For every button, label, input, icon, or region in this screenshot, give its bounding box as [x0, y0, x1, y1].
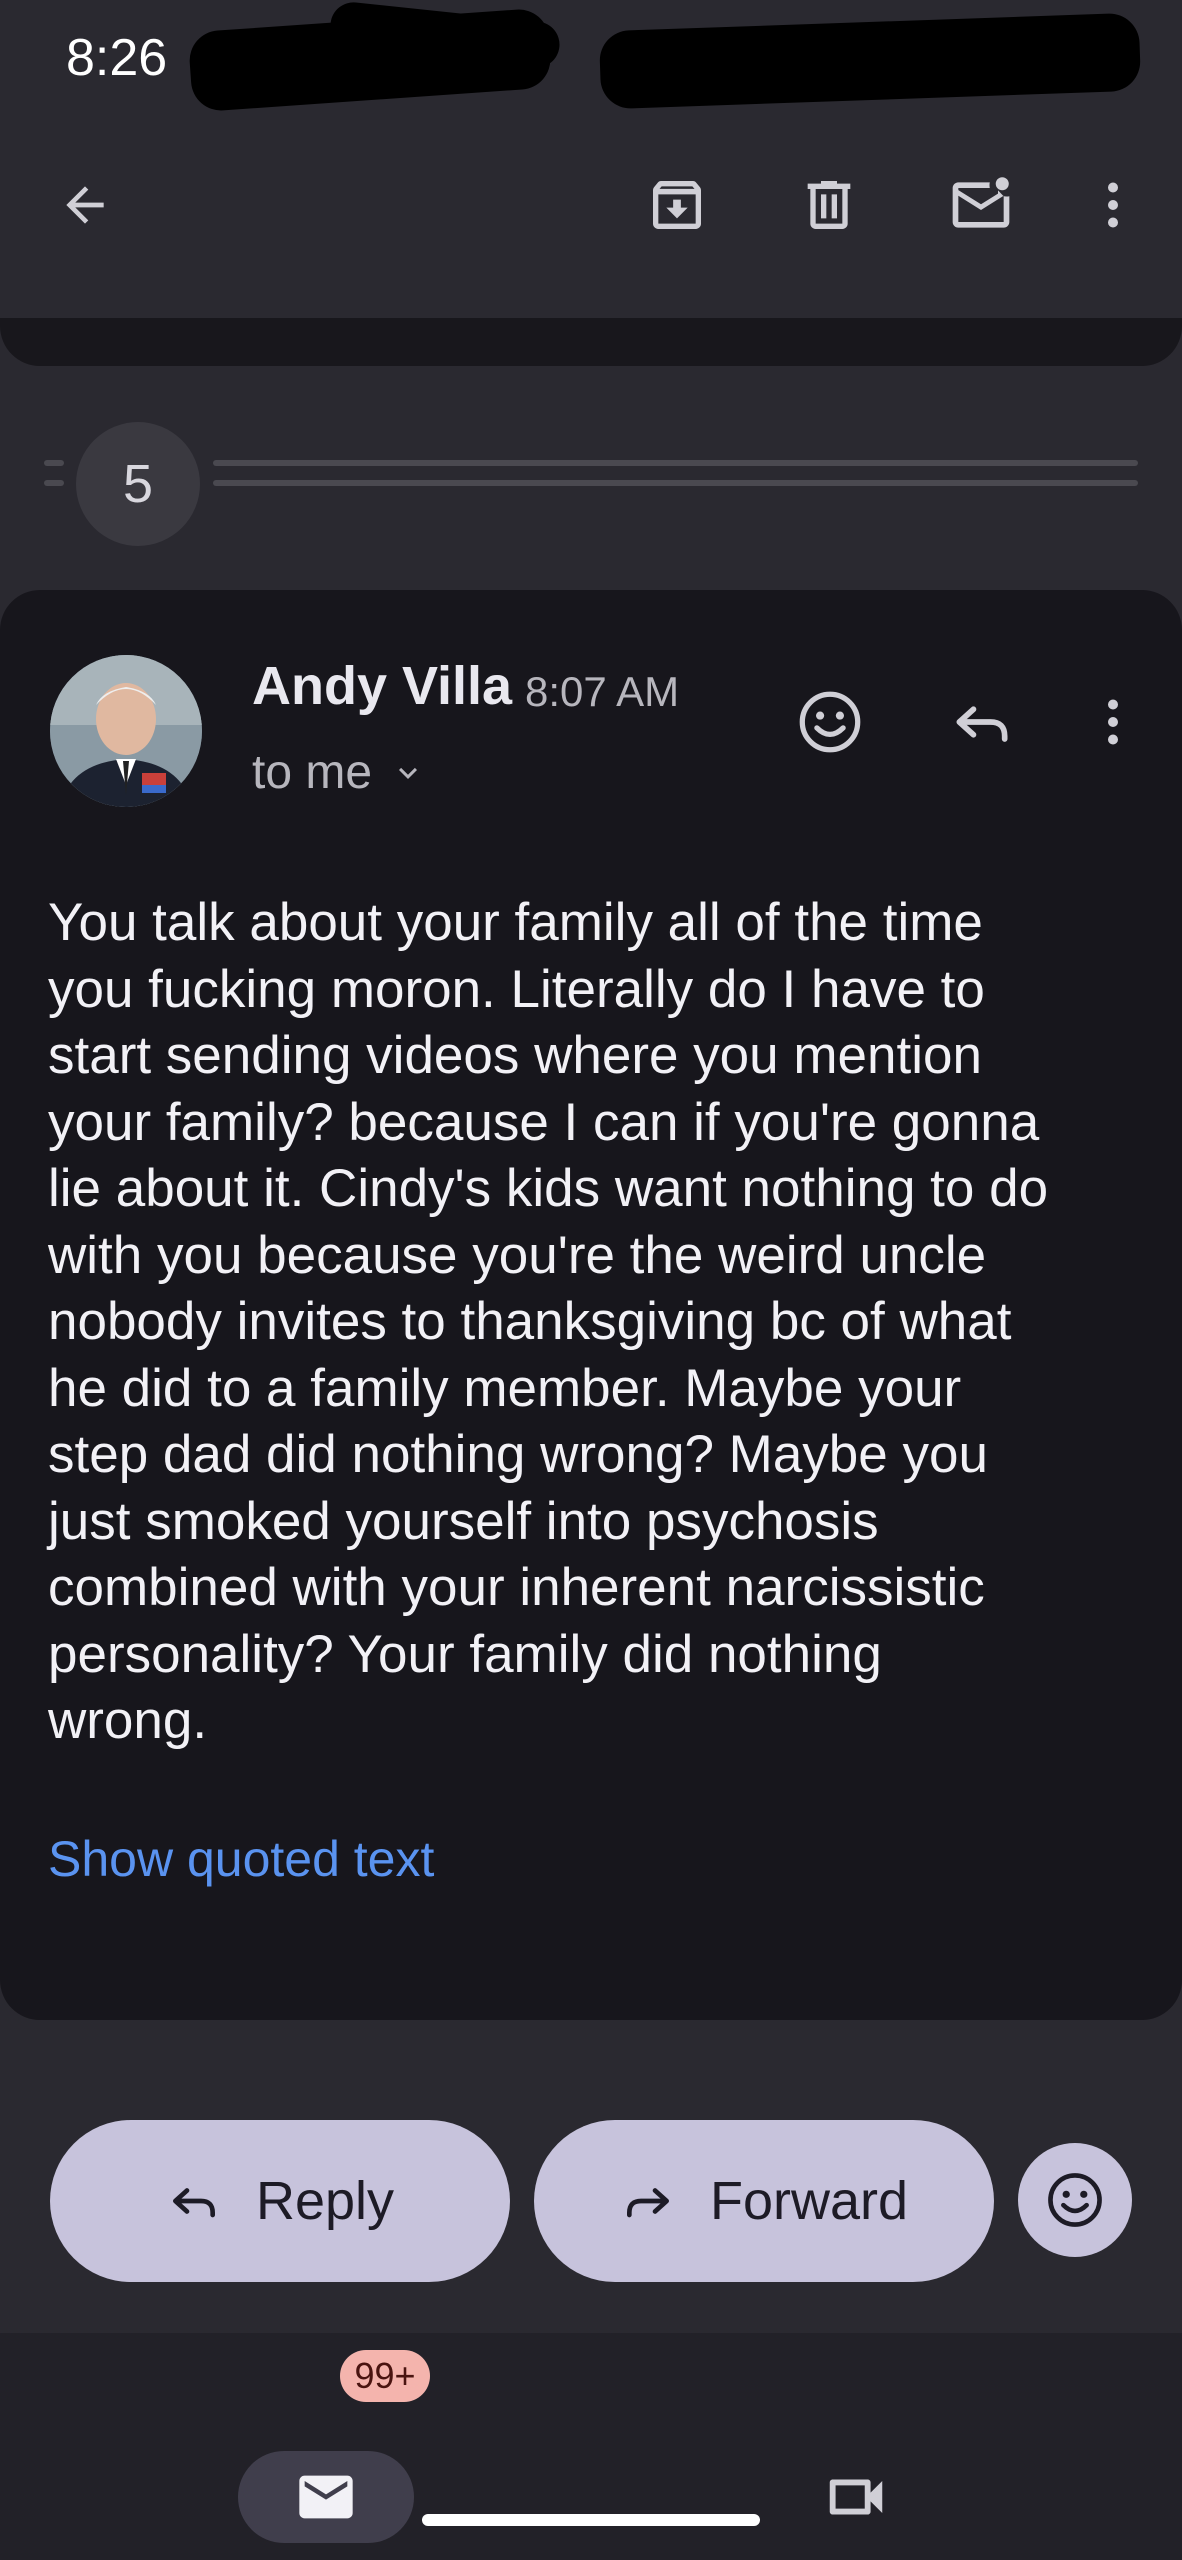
body-line: personality? Your family did nothing	[48, 1624, 882, 1684]
redaction-mark	[598, 12, 1142, 110]
show-quoted-text-link[interactable]: Show quoted text	[48, 1830, 434, 1888]
reply-label: Reply	[255, 2171, 395, 2231]
back-button[interactable]	[40, 160, 130, 250]
body-line: lie about it. Cindy's kids want nothing …	[48, 1159, 1049, 1218]
message-more-button[interactable]	[1068, 675, 1158, 769]
emoji-icon	[799, 691, 861, 753]
recipient-details[interactable]: to me	[252, 745, 426, 800]
more-vert-icon	[1108, 182, 1118, 228]
home-gesture-bar[interactable]	[422, 2514, 760, 2526]
body-line: step dad did nothing wrong? Maybe you	[48, 1425, 988, 1484]
body-line: nobody invites to thanksgiving bc of wha…	[48, 1292, 1012, 1351]
unread-badge: 99+	[340, 2350, 430, 2402]
more-options-button[interactable]	[1068, 160, 1158, 250]
body-line: start sending videos where you mention	[48, 1026, 982, 1085]
react-button[interactable]	[1018, 2143, 1132, 2257]
status-time: 8:26	[66, 29, 168, 87]
message-body: You talk about your family all of the ti…	[48, 890, 1148, 1755]
top-app-bar	[0, 120, 1182, 320]
body-line: combined with your inherent narcissistic	[48, 1558, 985, 1617]
body-line: your family? because I can if you're gon…	[48, 1092, 1040, 1152]
archive-button[interactable]	[632, 160, 722, 250]
body-line: he did to a family member. Maybe your	[48, 1358, 962, 1418]
chevron-down-icon	[399, 767, 418, 779]
forward-icon	[626, 2188, 669, 2218]
reply-icon	[172, 2188, 215, 2218]
body-line: just smoked yourself into psychosis	[48, 1491, 879, 1551]
sender-name[interactable]: Andy Villa	[252, 655, 512, 717]
add-reaction-button[interactable]	[783, 675, 877, 769]
reply-button[interactable]: Reply	[50, 2120, 510, 2282]
forward-label: Forward	[709, 2171, 909, 2231]
delete-button[interactable]	[784, 160, 874, 250]
collapsed-count[interactable]: 5	[76, 422, 200, 546]
mail-icon	[299, 2475, 353, 2519]
arrow-back-icon	[66, 186, 104, 224]
archive-icon	[653, 181, 701, 229]
forward-button[interactable]: Forward	[534, 2120, 994, 2282]
collapsed-lines	[213, 460, 1138, 500]
message-card: Andy Villa 8:07 AM to me You talk about …	[0, 590, 1182, 2020]
trash-icon	[807, 181, 851, 229]
recipient-label: to me	[252, 746, 373, 799]
body-line: you fucking moron. Literally do I have t…	[48, 959, 985, 1019]
previous-message-edge[interactable]	[0, 318, 1182, 366]
avatar-photo	[50, 655, 202, 807]
emoji-icon	[1048, 2173, 1102, 2227]
nav-meet-tab[interactable]	[810, 2451, 902, 2543]
body-line: wrong.	[48, 1691, 208, 1750]
collapsed-messages-row[interactable]: 5	[0, 410, 1182, 546]
message-time: 8:07 AM	[525, 668, 680, 715]
mark-unread-icon	[952, 177, 1010, 228]
nav-mail-tab[interactable]	[238, 2451, 414, 2543]
gmail-message-screen: 8:26 5 Andy Villa 8:07 AM to me You talk…	[0, 0, 1182, 2560]
more-vert-icon	[1108, 699, 1118, 745]
sender-avatar[interactable]	[50, 655, 202, 807]
video-camera-icon	[829, 2479, 883, 2515]
mark-unread-button[interactable]	[936, 160, 1026, 250]
collapsed-lines	[44, 460, 64, 490]
body-line: with you because you're the weird uncle	[48, 1225, 987, 1285]
reply-icon	[956, 706, 1008, 742]
status-bar: 8:26	[0, 0, 1182, 120]
reply-icon-button[interactable]	[935, 675, 1029, 769]
body-line: You talk about your family all of the ti…	[48, 893, 983, 952]
